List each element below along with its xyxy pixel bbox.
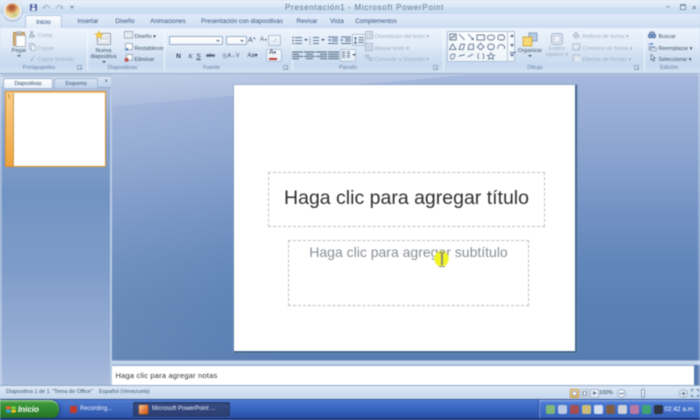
svg-text:3: 3 <box>309 42 311 45</box>
